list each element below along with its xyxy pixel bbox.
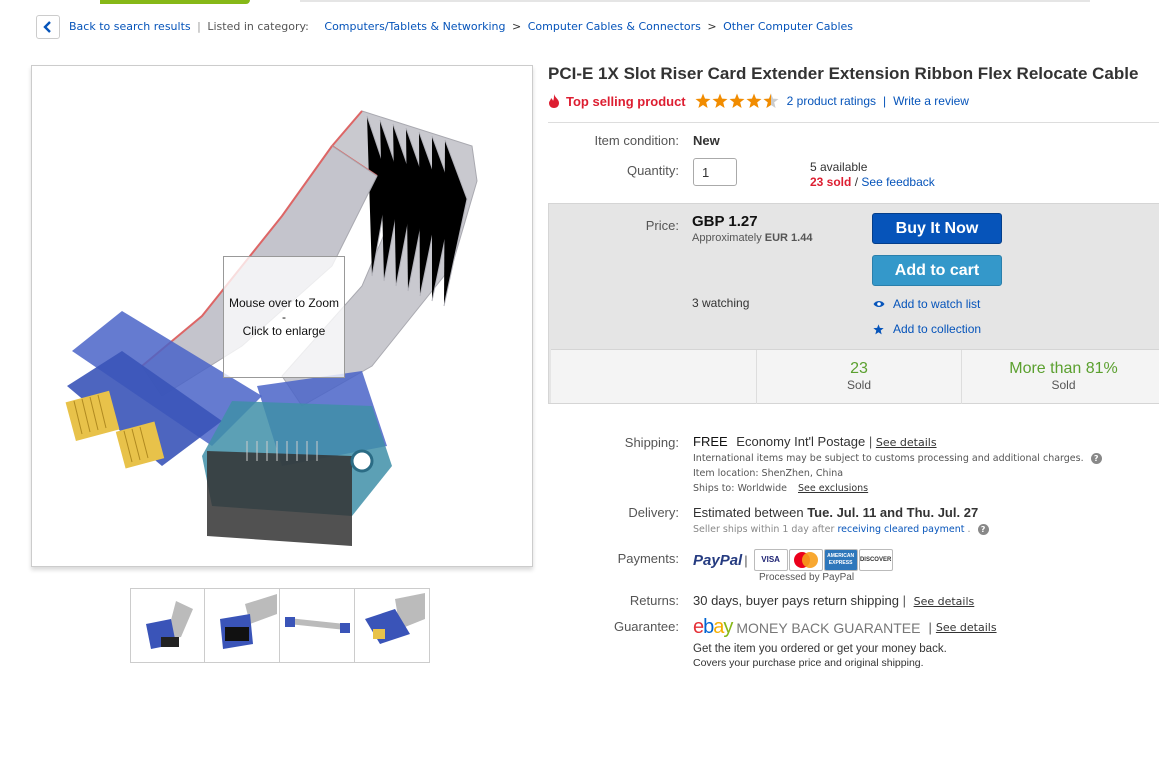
delivery-estimate: Estimated between Tue. Jul. 11 and Thu. … bbox=[693, 505, 979, 520]
payment-methods: PayPal | VISA AMERICAN EXPRESS DISCOVER bbox=[693, 549, 894, 571]
star-rating[interactable] bbox=[695, 93, 780, 109]
shipping-see-details[interactable]: See details bbox=[876, 436, 937, 449]
add-to-collection[interactable]: Add to collection bbox=[873, 322, 981, 336]
back-to-search-link[interactable]: Back to search results bbox=[69, 20, 191, 33]
add-to-cart-button[interactable]: Add to cart bbox=[872, 255, 1002, 286]
star-icon bbox=[873, 323, 884, 334]
help-icon[interactable]: ? bbox=[977, 524, 989, 535]
payments-label: Payments: bbox=[617, 551, 679, 566]
buy-it-now-button[interactable]: Buy It Now bbox=[872, 213, 1002, 244]
discover-icon: DISCOVER bbox=[858, 549, 893, 571]
see-feedback-link[interactable]: See feedback bbox=[861, 175, 934, 189]
paypal-logo: PayPal bbox=[693, 551, 743, 569]
approx-price: Approximately EUR 1.44 bbox=[692, 232, 813, 244]
header-strip bbox=[0, 0, 1159, 4]
processed-by-paypal: Processed by PayPal bbox=[759, 572, 855, 583]
returns-label: Returns: bbox=[629, 593, 679, 608]
divider bbox=[548, 122, 1159, 123]
guarantee-line-2: Covers your purchase price and original … bbox=[693, 657, 924, 669]
returns-see-details[interactable]: See details bbox=[914, 595, 975, 608]
thumbnail-4[interactable] bbox=[355, 588, 430, 663]
condition-value: New bbox=[693, 133, 720, 148]
item-location: Item location: ShenZhen, China bbox=[693, 468, 844, 479]
breadcrumb-category-1[interactable]: Computers/Tablets & Networking bbox=[324, 20, 505, 33]
guarantee-line-1: Get the item you ordered or get your mon… bbox=[693, 643, 947, 655]
flame-icon bbox=[549, 94, 559, 108]
price-label: Price: bbox=[645, 218, 679, 233]
see-exclusions-link[interactable]: See exclusions bbox=[798, 483, 868, 494]
star-icon bbox=[729, 93, 745, 108]
sold-count: 23 sold bbox=[810, 175, 852, 189]
help-icon[interactable]: ? bbox=[1090, 453, 1102, 464]
add-to-watch-list[interactable]: Add to watch list bbox=[873, 297, 980, 311]
thumbnail-3[interactable] bbox=[280, 588, 355, 663]
money-back-guarantee: ebay MONEY BACK GUARANTEE | See details bbox=[693, 616, 997, 638]
product-ratings-link[interactable]: 2 product ratings bbox=[787, 94, 876, 108]
delivery-label: Delivery: bbox=[628, 505, 679, 520]
zoom-hint[interactable]: Mouse over to Zoom - Click to enlarge bbox=[223, 256, 345, 378]
visa-icon: VISA bbox=[753, 549, 788, 571]
guarantee-see-details[interactable]: See details bbox=[936, 621, 997, 634]
star-icon bbox=[695, 93, 711, 108]
percent-sold-stat: More than 81% Sold bbox=[1009, 360, 1118, 392]
star-icon bbox=[746, 93, 762, 108]
listed-in-label: Listed in category: bbox=[207, 20, 309, 33]
condition-label: Item condition: bbox=[594, 133, 679, 148]
watching-count: 3 watching bbox=[692, 296, 750, 310]
available-count: 5 available bbox=[810, 160, 868, 174]
chevron-left-icon bbox=[43, 21, 51, 33]
breadcrumb-category-2[interactable]: Computer Cables & Connectors bbox=[528, 20, 701, 33]
star-icon bbox=[712, 93, 728, 108]
sold-stat: 23 Sold bbox=[757, 350, 962, 404]
handling-note: Seller ships within 1 day after receivin… bbox=[693, 524, 989, 535]
top-selling-badge: Top selling product bbox=[566, 93, 686, 109]
shipping-value: FREE Economy Int'l Postage | See details bbox=[693, 434, 937, 449]
cleared-payment-link[interactable]: receiving cleared payment bbox=[837, 524, 964, 535]
write-review-link[interactable]: Write a review bbox=[893, 94, 969, 108]
item-title: PCI-E 1X Slot Riser Card Extender Extens… bbox=[548, 64, 1139, 83]
breadcrumb: Back to search results | Listed in categ… bbox=[69, 20, 854, 33]
sold-row: 23 sold / See feedback bbox=[810, 175, 935, 189]
quantity-label: Quantity: bbox=[626, 163, 679, 178]
shipping-label: Shipping: bbox=[624, 435, 679, 450]
guarantee-label: Guarantee: bbox=[613, 619, 679, 634]
half-star-icon bbox=[763, 93, 779, 108]
ships-to: Ships to: Worldwide See exclusions bbox=[693, 483, 869, 494]
back-button[interactable] bbox=[36, 15, 60, 39]
eye-icon bbox=[873, 301, 885, 307]
thumbnail-strip bbox=[130, 588, 430, 663]
thumbnail-2[interactable] bbox=[205, 588, 280, 663]
sales-stats: 23 Sold More than 81% Sold bbox=[551, 349, 1159, 404]
returns-value: 30 days, buyer pays return shipping | Se… bbox=[693, 593, 975, 608]
amex-icon: AMERICAN EXPRESS bbox=[823, 549, 858, 571]
quantity-input[interactable] bbox=[693, 158, 737, 186]
rating-row: Top selling product 2 product ratings | … bbox=[548, 93, 969, 109]
breadcrumb-category-3[interactable]: Other Computer Cables bbox=[723, 20, 853, 33]
ebay-logo: ebay bbox=[693, 616, 733, 638]
price-value: GBP 1.27 bbox=[692, 213, 758, 230]
customs-note: International items may be subject to cu… bbox=[693, 453, 1102, 464]
mastercard-icon bbox=[788, 549, 823, 571]
thumbnail-1[interactable] bbox=[130, 588, 205, 663]
